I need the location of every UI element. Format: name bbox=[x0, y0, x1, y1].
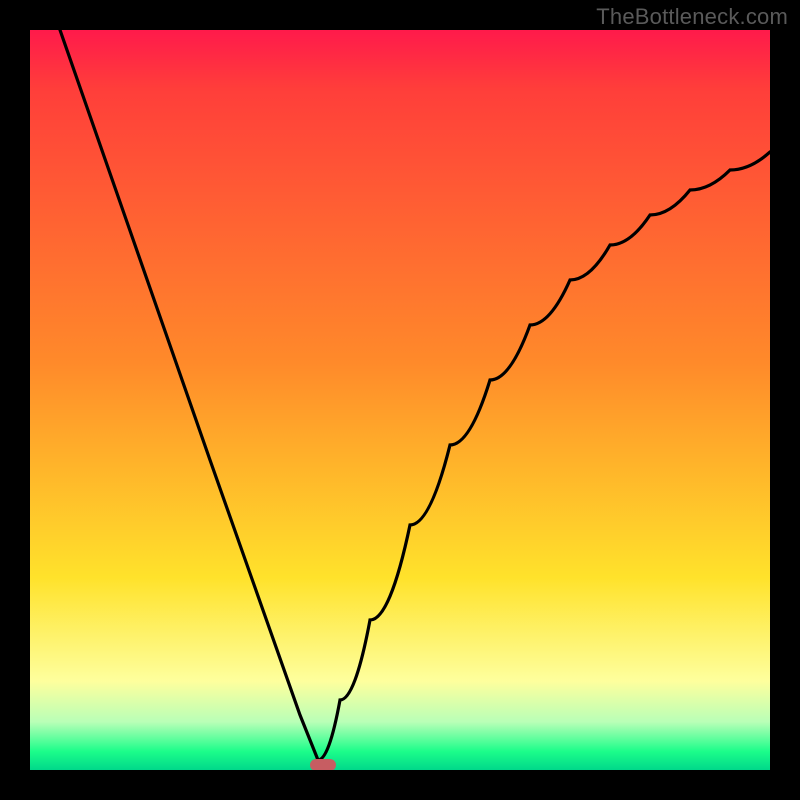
chart-frame: TheBottleneck.com bbox=[0, 0, 800, 800]
plot-area bbox=[30, 30, 770, 770]
minimum-marker bbox=[310, 759, 336, 770]
gradient-background bbox=[30, 30, 770, 770]
chart-svg bbox=[30, 30, 770, 770]
watermark-text: TheBottleneck.com bbox=[596, 4, 788, 30]
